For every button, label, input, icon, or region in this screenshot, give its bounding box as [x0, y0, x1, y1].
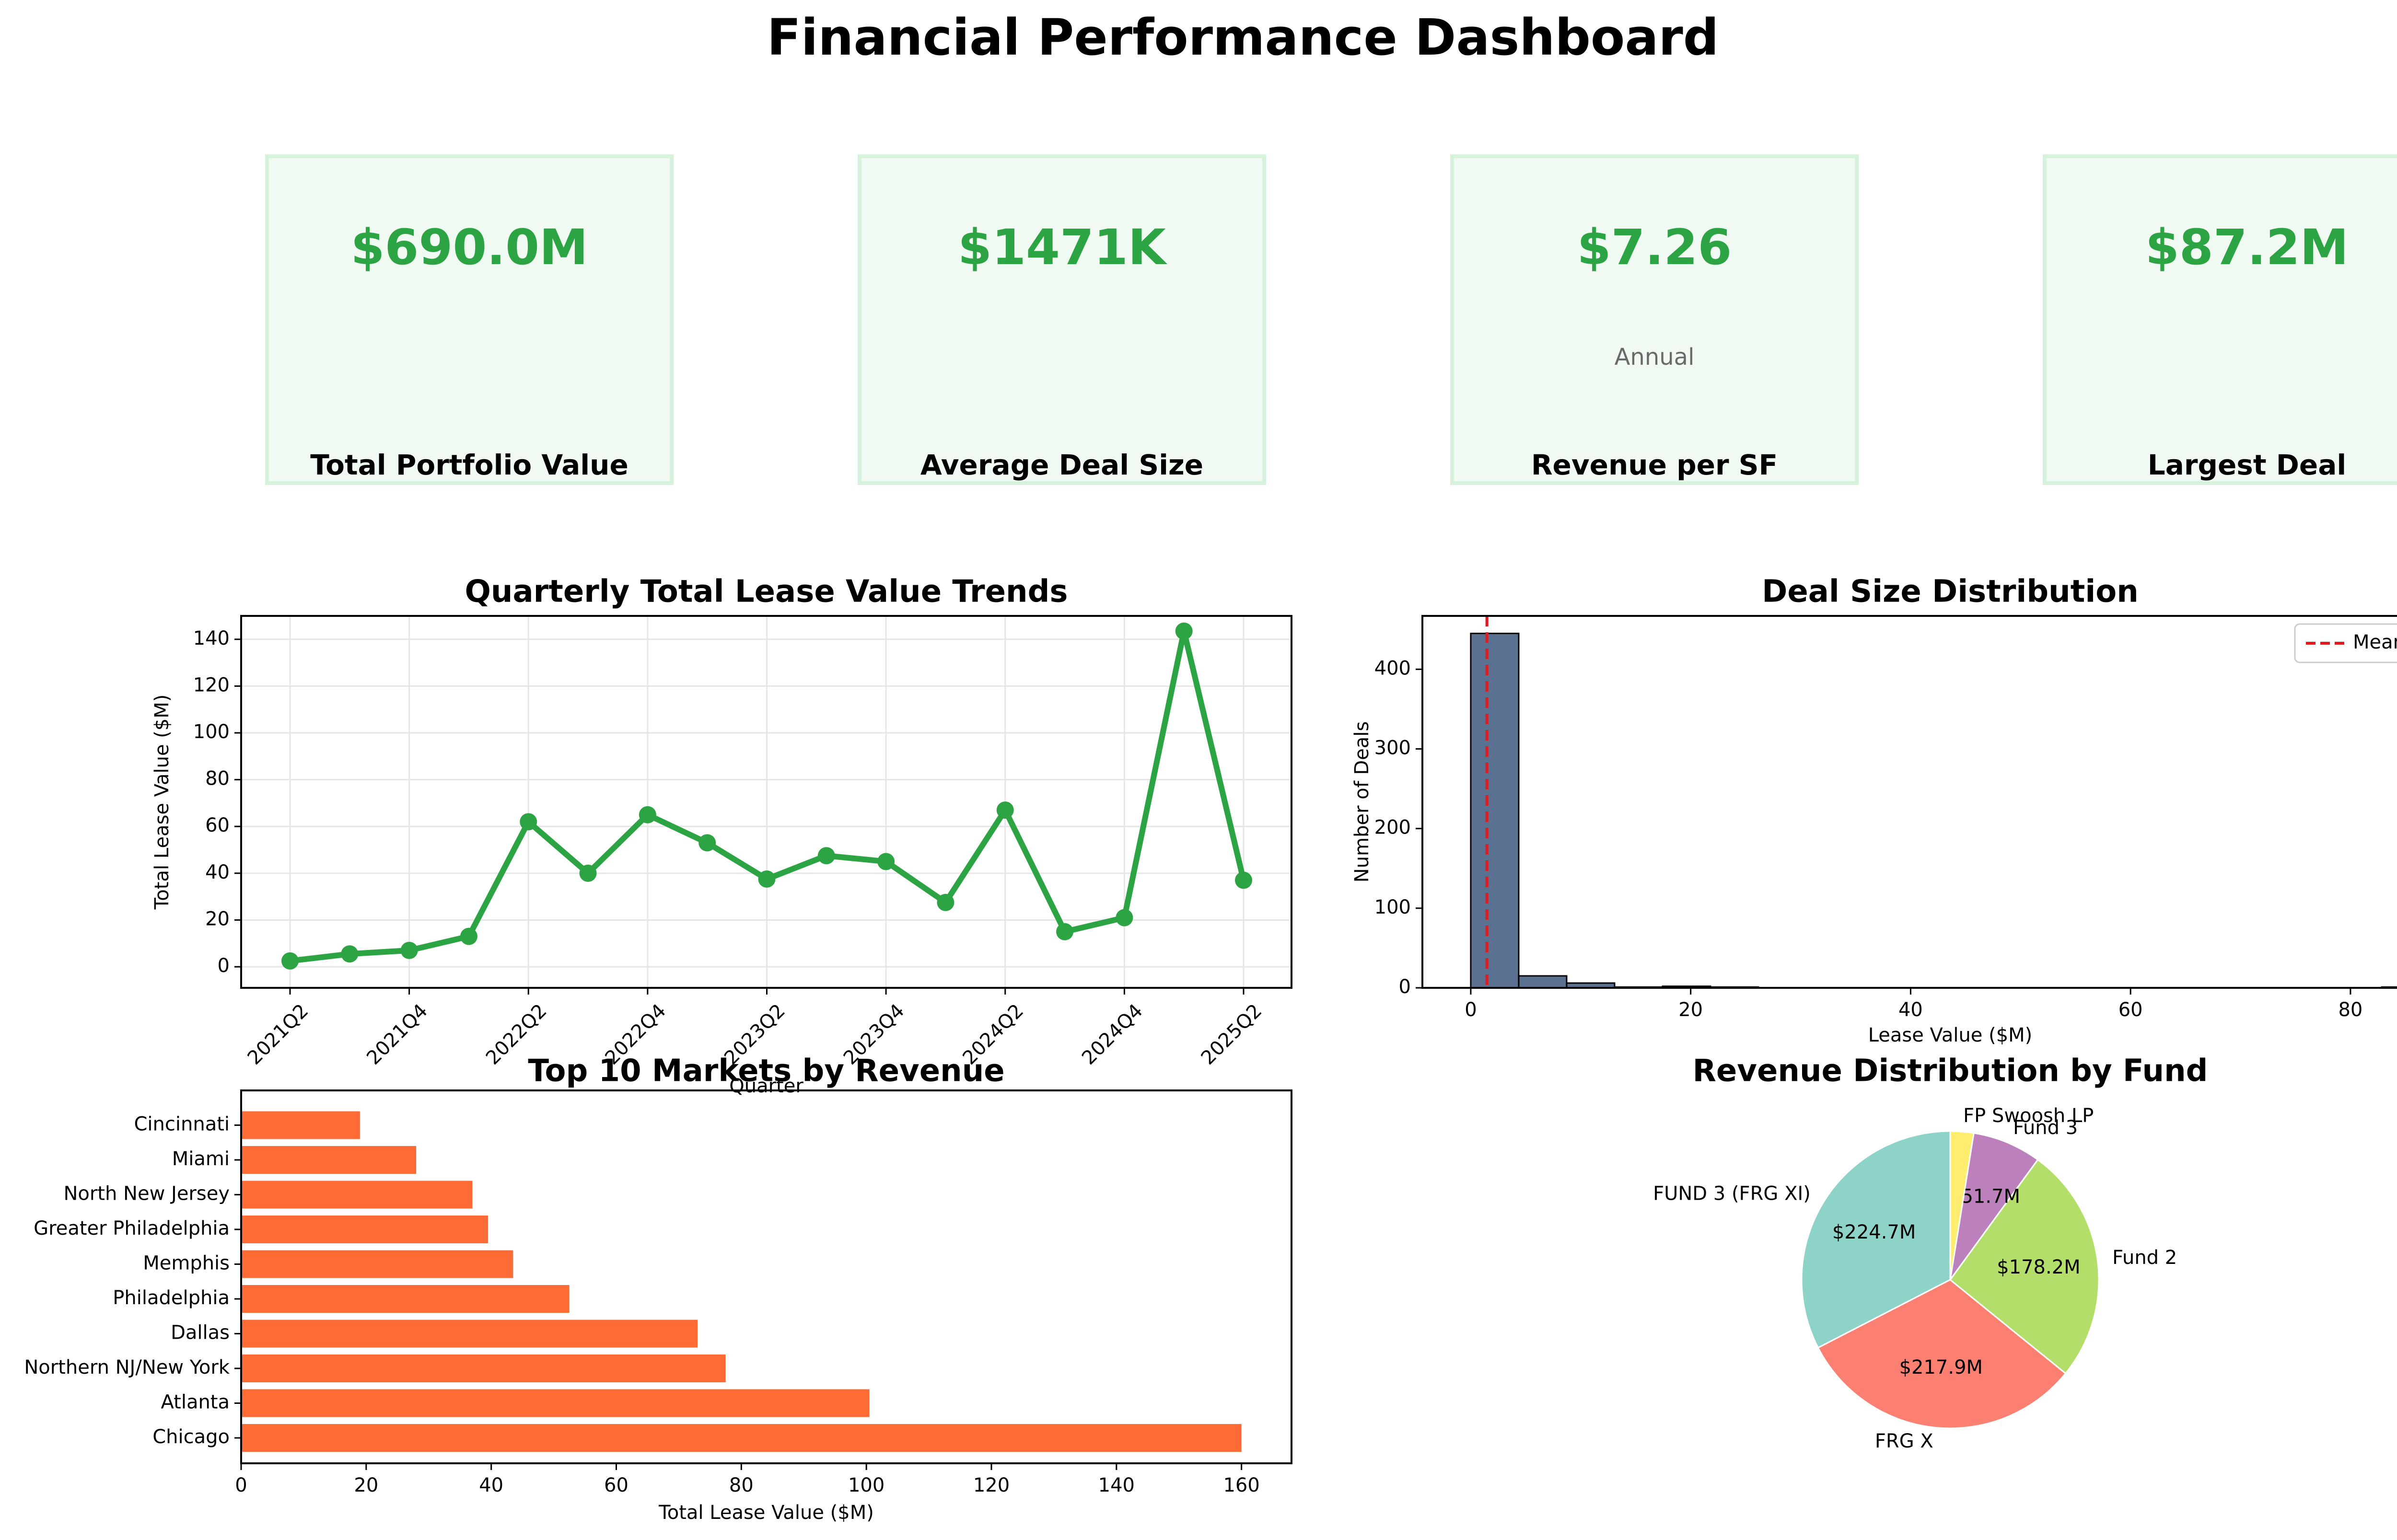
slice-label: FRG X [1875, 1430, 1933, 1452]
data-point [1056, 923, 1074, 940]
plot-frame [1421, 615, 2397, 989]
y-tick-label: 200 [1374, 817, 1411, 839]
data-point [639, 806, 656, 823]
chart-title: Top 10 Markets by Revenue [528, 1054, 1004, 1089]
data-point [460, 927, 477, 945]
category-label: Greater Philadelphia [34, 1217, 230, 1239]
y-tick-label: 0 [1399, 976, 1411, 998]
y-tick-label: 60 [205, 814, 230, 836]
data-point [996, 801, 1014, 819]
y-tick-label: 20 [205, 908, 230, 930]
category-label: Atlanta [161, 1391, 230, 1413]
x-tick-label: 140 [1098, 1474, 1135, 1496]
slice-value-label: $178.2M [1997, 1256, 2080, 1278]
x-tick-label: 40 [1898, 999, 1923, 1021]
category-label: North New Jersey [63, 1183, 230, 1205]
y-tick-label: 400 [1374, 657, 1411, 679]
market-bar [241, 1146, 417, 1174]
data-point [698, 834, 716, 852]
y-tick-label: 120 [193, 674, 230, 696]
y-tick-label: 100 [193, 721, 230, 743]
x-tick-label: 0 [235, 1474, 247, 1496]
slice-label: Fund 2 [2112, 1247, 2177, 1269]
x-axis-label: Lease Value ($M) [1868, 1024, 2033, 1046]
y-tick-label: 140 [193, 627, 230, 649]
data-point [937, 893, 954, 911]
y-tick-label: 40 [205, 861, 230, 883]
x-axis-label: Total Lease Value ($M) [658, 1502, 874, 1524]
slice-value-label: $224.7M [1832, 1221, 1916, 1243]
x-tick-label: 20 [354, 1474, 378, 1496]
data-point [817, 847, 835, 865]
chart-title: Quarterly Total Lease Value Trends [465, 574, 1068, 610]
market-bar [241, 1285, 570, 1313]
category-label: Dallas [171, 1322, 230, 1344]
x-tick-label: 2025Q2 [1197, 1000, 1267, 1069]
x-tick-label: 80 [2338, 999, 2362, 1021]
market-bar [241, 1216, 489, 1243]
category-label: Memphis [143, 1252, 230, 1274]
y-tick-label: 0 [218, 955, 230, 977]
slice-value-label: $217.9M [1899, 1356, 1983, 1378]
x-tick-label: 60 [2118, 999, 2143, 1021]
x-tick-label: 100 [848, 1474, 884, 1496]
x-tick-label: 2024Q4 [1078, 1000, 1147, 1069]
x-tick-label: 2021Q4 [362, 1000, 432, 1069]
data-point [579, 864, 597, 882]
histogram-bar [1470, 633, 1520, 989]
y-tick-label: 100 [1374, 896, 1411, 918]
data-point [877, 853, 895, 870]
market-bar [241, 1250, 513, 1278]
x-tick-label: 120 [973, 1474, 1010, 1496]
category-label: Philadelphia [113, 1287, 230, 1309]
data-point [400, 941, 418, 959]
chart-title: Revenue Distribution by Fund [1693, 1054, 2208, 1089]
data-point [1175, 622, 1193, 640]
x-tick-label: 80 [729, 1474, 754, 1496]
slice-label: FUND 3 (FRG XI) [1653, 1182, 1811, 1204]
data-point [341, 945, 359, 963]
data-point [1235, 871, 1252, 889]
market-bar [241, 1181, 473, 1209]
legend-label: Mean: $1.5M [2353, 631, 2397, 653]
x-tick-label: 160 [1223, 1474, 1259, 1496]
y-tick-label: 300 [1374, 737, 1411, 759]
market-bar [241, 1320, 698, 1348]
y-axis-label: Total Lease Value ($M) [151, 695, 173, 910]
category-label: Chicago [152, 1426, 230, 1448]
market-bar [241, 1355, 726, 1382]
x-tick-label: 60 [604, 1474, 628, 1496]
x-tick-label: 40 [479, 1474, 503, 1496]
data-point [758, 870, 776, 888]
market-bar [241, 1389, 870, 1417]
charts-canvas: Quarterly Total Lease Value Trends 0 20 40 6… [24, 574, 2397, 1524]
category-label: Cincinnati [134, 1113, 230, 1135]
category-label: Northern NJ/New York [24, 1356, 230, 1378]
y-axis-label: Number of Deals [1351, 721, 1373, 883]
x-tick-label: 2021Q2 [244, 1000, 313, 1069]
market-bar [241, 1111, 360, 1139]
chart-title: Deal Size Distribution [1762, 574, 2139, 610]
category-label: Miami [172, 1148, 230, 1170]
y-tick-label: 80 [205, 768, 230, 790]
x-tick-label: 20 [1678, 999, 1703, 1021]
data-point [520, 813, 537, 831]
data-point [281, 952, 299, 970]
histogram-bar [1518, 975, 1568, 989]
market-bar [241, 1424, 1242, 1452]
slice-label: FP Swoosh LP [1963, 1105, 2094, 1127]
x-tick-label: 0 [1465, 999, 1477, 1021]
data-point [1116, 909, 1133, 926]
